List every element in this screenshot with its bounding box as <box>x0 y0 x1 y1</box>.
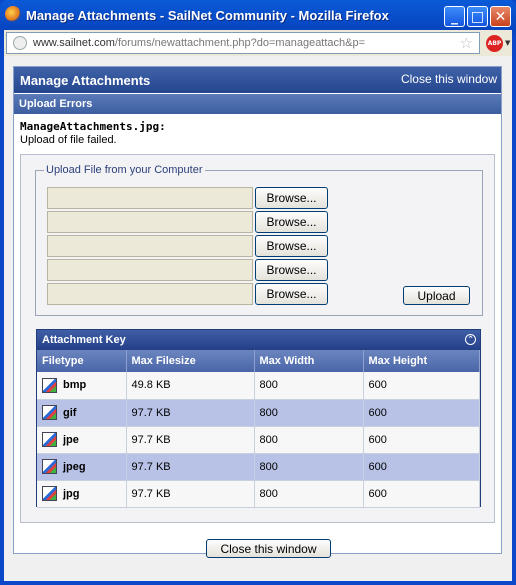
max-filesize-cell: 49.8 KB <box>126 372 255 400</box>
max-width-cell: 800 <box>254 453 364 481</box>
file-input-5[interactable] <box>47 283 253 305</box>
table-row: jpeg 97.7 KB 800 600 <box>37 453 480 481</box>
file-row-1: Browse... <box>47 187 337 209</box>
max-filesize-cell: 97.7 KB <box>126 453 255 481</box>
filetype-cell: jpg <box>37 480 127 508</box>
table-row: jpe 97.7 KB 800 600 <box>37 426 480 454</box>
filetype-label: jpe <box>63 433 79 446</box>
browse-button-2[interactable]: Browse... <box>255 211 328 233</box>
firefox-icon <box>5 6 21 22</box>
filetype: gif <box>42 405 126 420</box>
column-header: Max Filesize <box>126 350 255 372</box>
error-filename: ManageAttachments.jpg: <box>20 120 166 133</box>
file-row-4: Browse... <box>47 259 337 281</box>
browse-button-4[interactable]: Browse... <box>255 259 328 281</box>
page-content: Manage Attachments Close this window Upl… <box>4 56 512 581</box>
close-window-button-bottom[interactable]: Close this window <box>206 539 331 558</box>
attachment-key-table: Filetype Max Filesize Max Width Max Heig… <box>37 350 480 508</box>
file-input-3[interactable] <box>47 235 253 257</box>
max-height-cell: 600 <box>363 399 480 427</box>
max-height-cell: 600 <box>363 480 480 508</box>
filetype: bmp <box>42 377 126 393</box>
browser-window: Manage Attachments - SailNet Community -… <box>0 0 516 585</box>
filetype-label: gif <box>63 406 77 419</box>
attachment-key-title: Attachment Key <box>42 334 126 346</box>
max-height-cell: 600 <box>363 426 480 454</box>
max-height-cell: 600 <box>363 453 480 481</box>
file-row-5: Browse... <box>47 283 337 305</box>
window-title: Manage Attachments - SailNet Community -… <box>26 8 389 23</box>
filetype-label: bmp <box>63 379 87 392</box>
bookmark-star-icon[interactable]: ☆ <box>460 34 473 52</box>
close-window-link-top[interactable]: Close this window <box>401 72 497 86</box>
filetype-cell: jpe <box>37 426 127 454</box>
adblock-dropdown-icon[interactable]: ▼ <box>505 39 510 47</box>
upload-button[interactable]: Upload <box>403 286 470 305</box>
page-header: Manage Attachments Close this window <box>14 67 501 93</box>
table-row: gif 97.7 KB 800 600 <box>37 399 480 427</box>
browse-button-1[interactable]: Browse... <box>255 187 328 209</box>
table-row: jpg 97.7 KB 800 600 <box>37 480 480 508</box>
table-row: bmp 49.8 KB 800 600 <box>37 372 480 400</box>
url-path: /forums/newattachment.php?do=manageattac… <box>114 37 366 49</box>
adblock-icon[interactable]: ABP <box>486 35 503 52</box>
file-type-icon <box>42 377 57 393</box>
max-height-cell: 600 <box>363 372 480 400</box>
table-header-row: Filetype Max Filesize Max Width Max Heig… <box>37 350 480 372</box>
upload-fieldset: Upload File from your Computer Browse...… <box>35 164 483 316</box>
file-type-icon <box>42 405 57 420</box>
url-text: www.sailnet.com/forums/newattachment.php… <box>33 37 365 49</box>
max-width-cell: 800 <box>254 372 364 400</box>
collapse-icon[interactable]: ⌃ <box>465 334 476 345</box>
max-filesize-cell: 97.7 KB <box>126 399 255 427</box>
upload-errors-header: Upload Errors <box>14 94 501 114</box>
column-header: Filetype <box>37 350 127 372</box>
browse-button-5[interactable]: Browse... <box>255 283 328 305</box>
filetype: jpg <box>42 486 126 501</box>
max-filesize-cell: 97.7 KB <box>126 426 255 454</box>
page-title: Manage Attachments <box>20 73 151 88</box>
error-message: Upload of file failed. <box>20 134 117 146</box>
close-window-button[interactable]: ✕ <box>490 6 511 27</box>
address-bar: www.sailnet.com/forums/newattachment.php… <box>4 30 512 56</box>
max-width-cell: 800 <box>254 480 364 508</box>
max-filesize-cell: 97.7 KB <box>126 480 255 508</box>
file-type-icon <box>42 486 57 501</box>
filetype-cell: gif <box>37 399 127 427</box>
url-field[interactable]: www.sailnet.com/forums/newattachment.php… <box>6 32 480 54</box>
column-header: Max Width <box>254 350 364 372</box>
max-width-cell: 800 <box>254 399 364 427</box>
title-bar: Manage Attachments - SailNet Community -… <box>0 0 516 30</box>
attachment-key-header[interactable]: Attachment Key ⌃ <box>37 330 480 350</box>
minimize-button[interactable]: _ <box>444 6 465 27</box>
manage-attachments-page: Manage Attachments Close this window Upl… <box>13 66 502 558</box>
file-input-1[interactable] <box>47 187 253 209</box>
upload-legend: Upload File from your Computer <box>44 164 205 176</box>
browse-button-3[interactable]: Browse... <box>255 235 328 257</box>
filetype-label: jpg <box>63 487 80 500</box>
file-type-icon <box>42 459 57 474</box>
file-row-3: Browse... <box>47 235 337 257</box>
max-width-cell: 800 <box>254 426 364 454</box>
site-identity-icon[interactable] <box>13 36 27 50</box>
file-input-2[interactable] <box>47 211 253 233</box>
filetype: jpe <box>42 432 126 447</box>
upload-panel: Upload File from your Computer Browse...… <box>20 154 495 523</box>
column-header: Max Height <box>363 350 480 372</box>
filetype-cell: bmp <box>37 372 127 400</box>
file-row-2: Browse... <box>47 211 337 233</box>
attachment-key-box: Attachment Key ⌃ Filetype Max Filesize M… <box>36 329 481 508</box>
filetype: jpeg <box>42 459 126 474</box>
filetype-cell: jpeg <box>37 453 127 481</box>
file-type-icon <box>42 432 57 447</box>
file-input-4[interactable] <box>47 259 253 281</box>
filetype-label: jpeg <box>63 460 86 473</box>
maximize-button[interactable]: □ <box>467 6 488 27</box>
url-domain: www.sailnet.com <box>33 37 115 49</box>
